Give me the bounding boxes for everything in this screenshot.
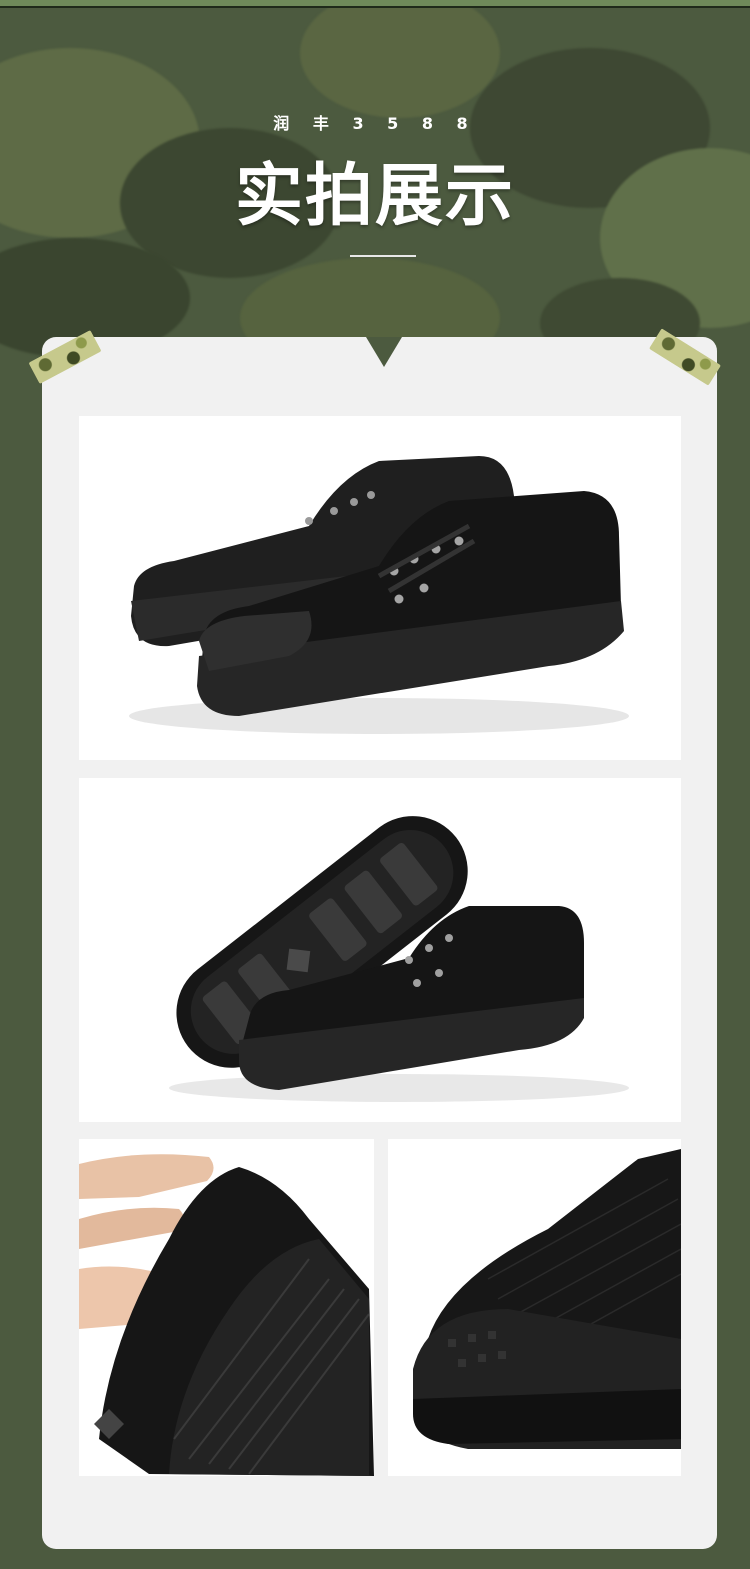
panel-notch xyxy=(366,337,402,367)
title-underline xyxy=(350,255,416,257)
brand-label: 润 丰 3 5 8 8 xyxy=(273,114,477,133)
photo-shoe-pair-side-view xyxy=(79,416,681,760)
photo-shoe-sole-and-side-view xyxy=(79,778,681,1122)
photo-shoe-flex-in-hand xyxy=(79,1139,374,1476)
photo-shoe-toe-closeup xyxy=(388,1139,681,1476)
top-border xyxy=(0,0,750,8)
page-title: 实拍展示 xyxy=(234,157,515,236)
